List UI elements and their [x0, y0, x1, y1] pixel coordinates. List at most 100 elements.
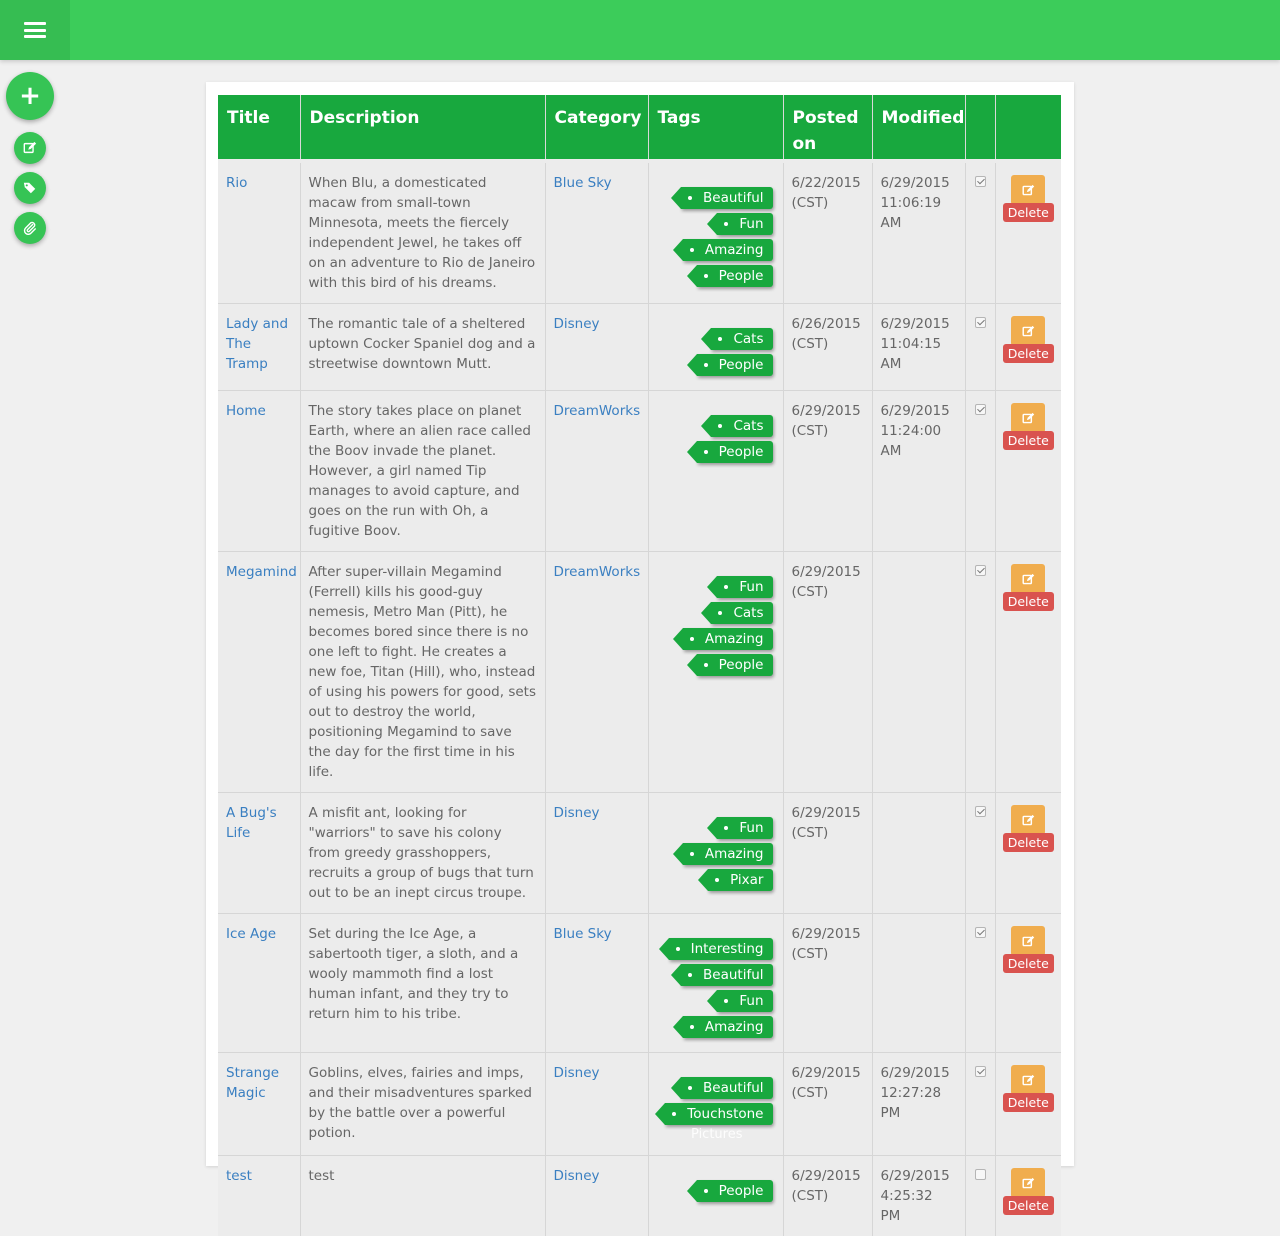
delete-button[interactable]: Delete — [1003, 431, 1054, 450]
row-checkbox[interactable] — [975, 806, 986, 817]
table-header-row: Title Description Category Tags Posted o… — [218, 95, 1061, 161]
category-cell: Blue Sky — [545, 161, 648, 304]
tag-label[interactable]: Fun — [717, 213, 772, 235]
edit-button[interactable] — [1011, 175, 1045, 205]
tag-label[interactable]: Fun — [717, 576, 772, 598]
select-cell — [965, 914, 995, 1053]
category-link[interactable]: Disney — [554, 316, 600, 332]
hamburger-icon — [24, 22, 46, 38]
tag-label[interactable]: People — [697, 265, 773, 287]
title-link[interactable]: A Bug's Life — [226, 805, 277, 841]
tag-label[interactable]: Fun — [717, 817, 772, 839]
title-link[interactable]: test — [226, 1168, 252, 1184]
modified-cell: 6/29/2015 11:06:19 AM — [872, 161, 965, 304]
table-row: Ice Age Set during the Ice Age, a saberto… — [218, 914, 1061, 1053]
tag-label[interactable]: People — [697, 654, 773, 676]
edit-button[interactable] — [1011, 316, 1045, 346]
tag-label[interactable]: People — [697, 1180, 773, 1202]
title-link[interactable]: Lady and The Tramp — [226, 316, 288, 372]
edit-icon — [23, 141, 37, 155]
tag-label[interactable]: Interesting — [669, 938, 773, 960]
modified-cell — [872, 552, 965, 793]
column-header-modified[interactable]: Modified — [872, 95, 965, 161]
title-link[interactable]: Home — [226, 403, 266, 419]
menu-button[interactable] — [0, 0, 70, 60]
title-link[interactable]: Rio — [226, 175, 247, 191]
tag-label[interactable]: Amazing — [683, 1016, 773, 1038]
attachments-button[interactable] — [14, 212, 46, 244]
tag-list: Beautiful TouchstonePictures — [657, 1063, 775, 1145]
delete-button[interactable]: Delete — [1003, 833, 1054, 852]
posted-on-cell: 6/29/2015 (CST) — [783, 552, 872, 793]
tag-label[interactable]: Amazing — [683, 239, 773, 261]
title-link[interactable]: Megamind — [226, 564, 297, 580]
title-cell: Home — [218, 391, 300, 552]
select-cell — [965, 552, 995, 793]
edit-button[interactable] — [1011, 805, 1045, 835]
row-checkbox[interactable] — [975, 1169, 986, 1180]
plus-icon: + — [19, 83, 41, 109]
category-link[interactable]: Blue Sky — [554, 175, 612, 191]
column-header-description[interactable]: Description — [300, 95, 545, 161]
tag-label[interactable]: Beautiful — [681, 187, 773, 209]
actions-cell: Delete — [995, 1156, 1061, 1236]
table-row: HomeThe story takes place on planet Eart… — [218, 391, 1061, 552]
edit-button[interactable] — [1011, 1065, 1045, 1095]
delete-button[interactable]: Delete — [1003, 1093, 1054, 1112]
tag-label[interactable]: Cats — [711, 328, 772, 350]
column-header-posted-on[interactable]: Posted on — [783, 95, 872, 161]
tag-label[interactable]: Touchstone — [665, 1103, 772, 1125]
column-header-category[interactable]: Category — [545, 95, 648, 161]
column-header-tags[interactable]: Tags — [648, 95, 783, 161]
title-cell: test — [218, 1156, 300, 1236]
edit-button[interactable] — [1011, 1168, 1045, 1198]
tag-label[interactable]: People — [697, 441, 773, 463]
category-link[interactable]: Disney — [554, 1065, 600, 1081]
tag-label[interactable]: Beautiful — [681, 1077, 773, 1099]
content-card: Title Description Category Tags Posted o… — [206, 82, 1074, 1166]
row-checkbox[interactable] — [975, 176, 986, 187]
tag-label[interactable]: Beautiful — [681, 964, 773, 986]
edit-button[interactable] — [1011, 564, 1045, 594]
delete-button[interactable]: Delete — [1003, 203, 1054, 222]
tag-label[interactable]: Amazing — [683, 628, 773, 650]
delete-button[interactable]: Delete — [1003, 1196, 1054, 1215]
delete-button[interactable]: Delete — [1003, 344, 1054, 363]
category-link[interactable]: DreamWorks — [554, 564, 641, 580]
category-link[interactable]: DreamWorks — [554, 403, 641, 419]
description-cell: Set during the Ice Age, a sabertooth tig… — [300, 914, 545, 1053]
column-header-select — [965, 95, 995, 161]
tag-label[interactable]: Amazing — [683, 843, 773, 865]
edit-button[interactable] — [1011, 926, 1045, 956]
actions-cell: Delete — [995, 1053, 1061, 1156]
title-link[interactable]: Strange Magic — [226, 1065, 279, 1101]
tag-label[interactable]: Cats — [711, 415, 772, 437]
delete-button[interactable]: Delete — [1003, 592, 1054, 611]
tag-label[interactable]: Fun — [717, 990, 772, 1012]
row-checkbox[interactable] — [975, 1066, 986, 1077]
tag-overflow-text: Pictures — [691, 1125, 772, 1145]
category-link[interactable]: Disney — [554, 1168, 600, 1184]
row-checkbox[interactable] — [975, 317, 986, 328]
category-link[interactable]: Disney — [554, 805, 600, 821]
modified-cell — [872, 793, 965, 914]
table-row: Strange MagicGoblins, elves, fairies and… — [218, 1053, 1061, 1156]
tag-label[interactable]: Pixar — [708, 869, 772, 891]
edit-button[interactable] — [1011, 403, 1045, 433]
delete-button[interactable]: Delete — [1003, 954, 1054, 973]
column-header-title[interactable]: Title — [218, 95, 300, 161]
tag-label[interactable]: Cats — [711, 602, 772, 624]
posted-on-cell: 6/29/2015 (CST) — [783, 1156, 872, 1236]
row-checkbox[interactable] — [975, 927, 986, 938]
title-link[interactable]: Ice Age — [226, 926, 276, 942]
title-cell: A Bug's Life — [218, 793, 300, 914]
row-checkbox[interactable] — [975, 565, 986, 576]
tag-label[interactable]: People — [697, 354, 773, 376]
tags-button[interactable] — [14, 172, 46, 204]
category-cell: Disney — [545, 304, 648, 391]
edit-items-button[interactable] — [14, 132, 46, 164]
add-item-button[interactable]: + — [6, 72, 54, 120]
row-checkbox[interactable] — [975, 404, 986, 415]
actions-cell: Delete — [995, 793, 1061, 914]
category-link[interactable]: Blue Sky — [554, 926, 612, 942]
